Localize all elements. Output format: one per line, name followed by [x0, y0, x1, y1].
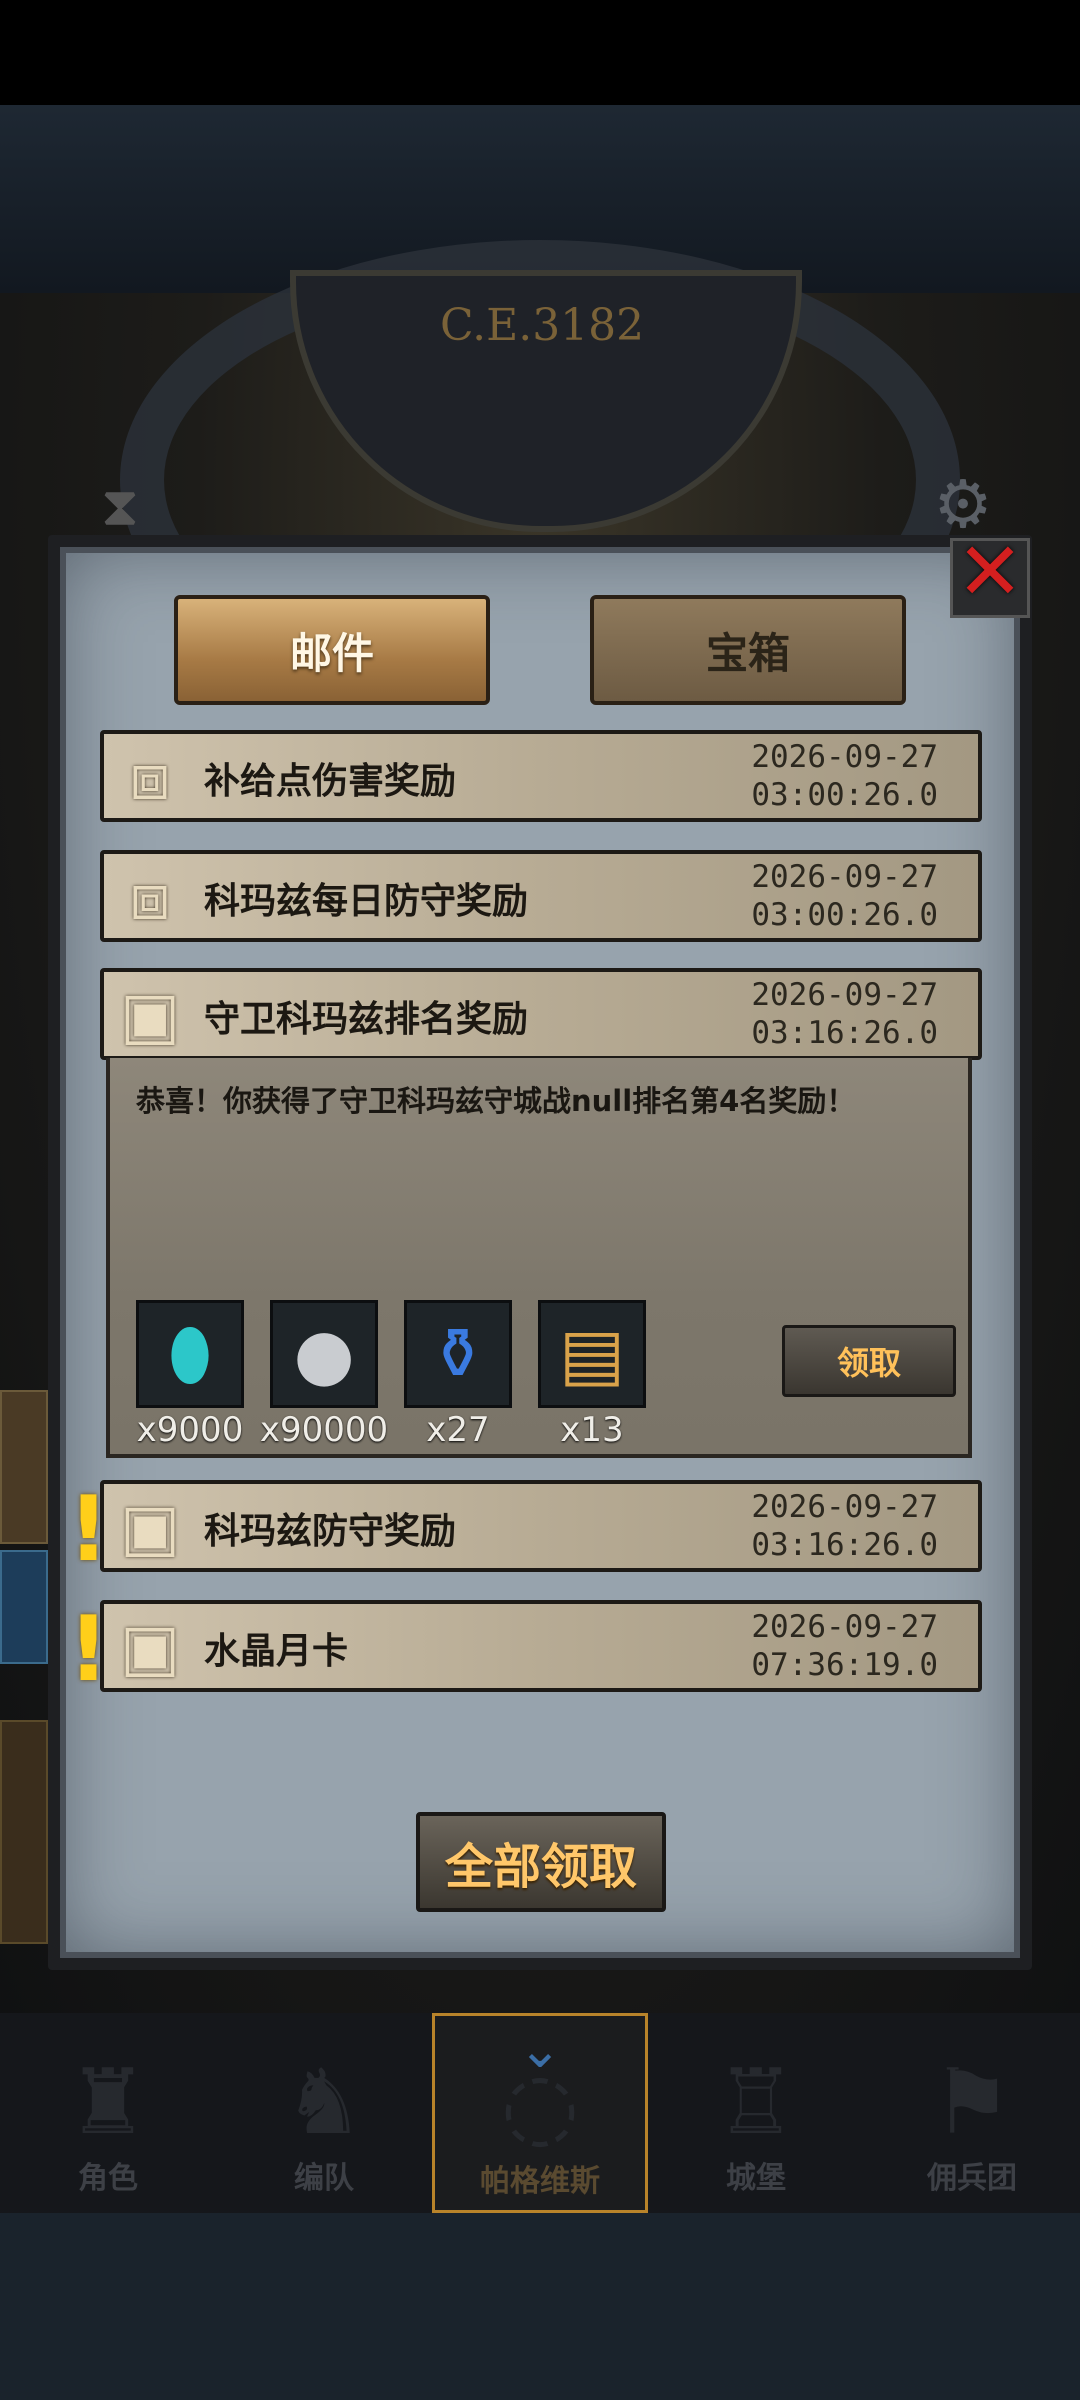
mail-item[interactable]: ▣ 科玛兹防守奖励 2026-09-27 03:16:26.0 — [100, 1480, 982, 1572]
mail-date: 2026-09-27 — [751, 1489, 938, 1525]
mail-time: 03:16:26.0 — [751, 1527, 938, 1563]
mail-item-expanded[interactable]: ▣ 守卫科玛兹排名奖励 2026-09-27 03:16:26.0 — [100, 968, 982, 1060]
mail-item[interactable]: ⧈ 科玛兹每日防守奖励 2026-09-27 03:00:26.0 — [100, 850, 982, 942]
reward-item[interactable]: ● — [270, 1300, 378, 1408]
nav-label: 编队 — [294, 2161, 354, 2196]
mail-title: 科玛兹每日防守奖励 — [204, 881, 529, 922]
mail-date: 2026-09-27 — [751, 859, 938, 895]
mail-title: 守卫科玛兹排名奖励 — [204, 999, 529, 1040]
mail-date: 2026-09-27 — [751, 1609, 938, 1645]
era-year: C.E.3182 — [440, 300, 645, 351]
hourglass-icon[interactable]: ⧗ — [92, 472, 148, 542]
closed-chest-icon: ▣ — [119, 979, 181, 1053]
reward-item[interactable]: ⚱ — [404, 1300, 512, 1408]
reward-qty: x90000 — [259, 1410, 389, 1450]
mail-time: 03:00:26.0 — [751, 777, 938, 813]
nav-role[interactable]: ♜ 角色 — [0, 2013, 216, 2213]
close-icon: ✕ — [956, 525, 1024, 618]
mail-date: 2026-09-27 — [751, 977, 938, 1013]
mail-title: 科玛兹防守奖励 — [204, 1511, 457, 1552]
opened-chest-icon: ⧈ — [129, 741, 171, 815]
side-shortcut-3[interactable] — [0, 1720, 48, 1944]
tab-mail[interactable]: 邮件 — [174, 595, 490, 705]
nav-mercenary[interactable]: ⚑ 佣兵团 — [864, 2013, 1080, 2213]
crystal-gem-icon: ⬮ — [168, 1313, 212, 1395]
claim-all-button[interactable]: 全部领取 — [416, 1812, 666, 1912]
mercenary-flag-icon: ⚑ — [931, 2050, 1013, 2155]
mail-date: 2026-09-27 — [751, 739, 938, 775]
nav-label: 帕格维斯 — [480, 2164, 600, 2199]
nav-label: 佣兵团 — [927, 2161, 1017, 2196]
silver-coin-icon: ● — [293, 1313, 355, 1395]
tab-chest[interactable]: 宝箱 — [590, 595, 906, 705]
chevron-down-icon: ⌄ — [518, 2020, 562, 2080]
reward-qty: x13 — [560, 1410, 624, 1450]
squad-icon: ♞ — [283, 2050, 365, 2155]
nav-label: 城堡 — [726, 2161, 786, 2196]
knight-helmet-icon: ♜ — [67, 2050, 149, 2155]
nav-castle[interactable]: ♖ 城堡 — [648, 2013, 864, 2213]
mail-message: 恭喜！你获得了守卫科玛兹守城战null排名第4名奖励！ — [136, 1084, 856, 1118]
side-shortcut-2[interactable] — [0, 1550, 48, 1664]
mail-time: 03:00:26.0 — [751, 897, 938, 933]
closed-chest-icon: ▣ — [119, 1491, 181, 1565]
treasure-chest-icon: ▤ — [558, 1313, 626, 1395]
opened-chest-icon: ⧈ — [129, 861, 171, 935]
nav-squad[interactable]: ♞ 编队 — [216, 2013, 432, 2213]
system-nav-area — [0, 2213, 1080, 2400]
mail-time: 07:36:19.0 — [751, 1647, 938, 1683]
mail-item[interactable]: ⧈ 补给点伤害奖励 2026-09-27 03:00:26.0 — [100, 730, 982, 822]
mail-time: 03:16:26.0 — [751, 1015, 938, 1051]
closed-chest-icon: ▣ — [119, 1611, 181, 1685]
claim-button[interactable]: 领取 — [782, 1325, 956, 1397]
reward-qty: x27 — [426, 1410, 490, 1450]
reward-item[interactable]: ⬮ — [136, 1300, 244, 1408]
side-shortcut-1[interactable] — [0, 1390, 48, 1544]
reward-item[interactable]: ▤ — [538, 1300, 646, 1408]
blue-potion-icon: ⚱ — [428, 1313, 488, 1395]
nav-label: 角色 — [78, 2161, 138, 2196]
status-bar-area — [0, 0, 1080, 105]
mail-title: 水晶月卡 — [204, 1631, 349, 1672]
castle-icon: ♖ — [715, 2050, 797, 2155]
mail-item[interactable]: ▣ 水晶月卡 2026-09-27 07:36:19.0 — [100, 1600, 982, 1692]
close-button[interactable]: ✕ — [950, 532, 1030, 618]
reward-qty: x9000 — [136, 1410, 244, 1450]
mail-title: 补给点伤害奖励 — [204, 761, 457, 802]
